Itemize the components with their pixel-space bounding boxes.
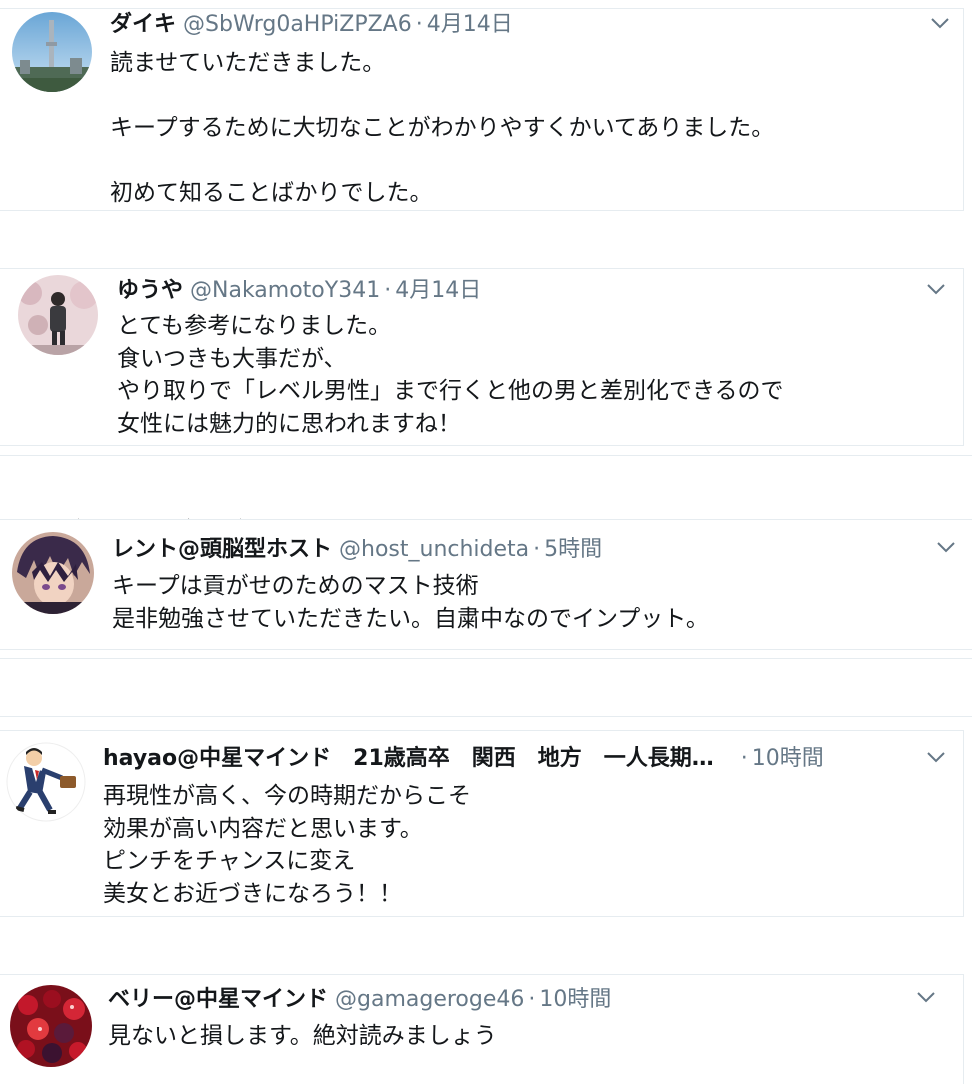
tweet-header: ベリー@中星マインド @gamageroge46 · 10時間 (108, 986, 611, 1014)
tweet-header: hayao@中星マインド 21歳高卒 関西 地方 一人長期… · 10時間 (103, 745, 824, 773)
anime-avatar (12, 532, 94, 614)
tweet-text: 再現性が高く、今の時期だからこそ 効果が高い内容だと思います。 ピンチをチャンス… (103, 780, 471, 910)
display-name[interactable]: ゆうや (117, 278, 183, 303)
avatar[interactable] (18, 275, 98, 355)
tweet-header: ダイキ @SbWrg0aHPiZPZA6 · 4月14日 (110, 11, 513, 39)
display-name[interactable]: hayao@中星マインド 21歳高卒 関西 地方 一人長期… (103, 746, 714, 771)
separator-dot: · (528, 987, 536, 1012)
user-handle[interactable]: @SbWrg0aHPiZPZA6 (183, 12, 412, 37)
tweet-line: 読ませていただきました。 (110, 50, 386, 76)
tweet-line: とても参考になりました。 (117, 313, 392, 339)
tweet-line (110, 145, 774, 178)
tweet-text: キープは貢がせのためのマスト技術 是非勉強させていただきたい。自粛中なのでインプ… (112, 570, 709, 635)
divider (0, 716, 972, 717)
timestamp[interactable]: 10時間 (539, 987, 611, 1012)
businessman-avatar (6, 742, 86, 822)
tweet-text: とても参考になりました。 食いつきも大事だが、 やり取りで「レベル男性」まで行く… (117, 310, 784, 440)
tweet-line: 女性には魅力的に思われますね！ (117, 410, 461, 437)
separator-dot: · (533, 537, 541, 562)
tweet-line: 再現性が高く、今の時期だからこそ (103, 783, 471, 809)
user-handle[interactable]: @NakamotoY341 (190, 278, 380, 303)
chevron-down-icon[interactable] (926, 282, 946, 296)
tweet-line: 食いつきも大事だが、 (117, 345, 347, 372)
chevron-down-icon[interactable] (936, 540, 956, 554)
tweet-line: やり取りで「レベル男性」まで行くと他の男と差別化できるので (117, 378, 784, 404)
tweet-header: レント@頭脳型ホスト @host_unchideta · 5時間 (112, 536, 602, 564)
divider (0, 658, 972, 659)
tweet-line: ピンチをチャンスに変え (103, 848, 356, 874)
divider (0, 455, 972, 456)
tweet-line: 初めて知ることばかりでした。 (110, 180, 433, 206)
tweet-text: 読ませていただきました。 キープするために大切なことがわかりやすくかいてありまし… (110, 47, 774, 210)
timestamp[interactable]: 10時間 (752, 746, 824, 771)
separator-dot: · (384, 278, 392, 303)
timestamp[interactable]: 5時間 (544, 537, 602, 562)
tweet-line: 是非勉強させていただきたい。自粛中なのでインプット。 (112, 605, 709, 632)
avatar[interactable] (6, 742, 86, 822)
tweet-line: 見ないと損します。絶対読みましょう (108, 1023, 497, 1049)
chevron-down-icon[interactable] (926, 750, 946, 764)
chevron-down-icon[interactable] (930, 16, 950, 30)
tweet-line: 美女とお近づきになろう！！ (103, 880, 402, 907)
timestamp[interactable]: 4月14日 (395, 278, 481, 303)
tower-avatar (12, 12, 92, 92)
user-handle[interactable]: @host_unchideta (339, 537, 529, 562)
user-handle[interactable]: @gamageroge46 (335, 987, 524, 1012)
chevron-down-icon[interactable] (916, 990, 936, 1004)
tweet-line: キープは貢がせのためのマスト技術 (112, 573, 479, 599)
avatar[interactable] (10, 985, 92, 1067)
separator-dot: · (415, 12, 423, 37)
timestamp[interactable]: 4月14日 (427, 12, 513, 37)
tweet-line (110, 80, 774, 113)
display-name[interactable]: レント@頭脳型ホスト (112, 537, 332, 562)
separator-dot: · (740, 746, 748, 771)
avatar[interactable] (12, 532, 94, 614)
tweet-header: ゆうや @NakamotoY341 · 4月14日 (117, 277, 481, 305)
display-name[interactable]: ベリー@中星マインド (108, 987, 328, 1012)
tweet-line: 効果が高い内容だと思います。 (103, 815, 423, 842)
berries-avatar (10, 985, 92, 1067)
tweet-line: キープするために大切なことがわかりやすくかいてありました。 (110, 115, 775, 141)
tweet-text: 見ないと損します。絶対読みましょう (108, 1020, 497, 1053)
person-blossom-avatar (18, 275, 98, 355)
avatar[interactable] (12, 12, 92, 92)
display-name[interactable]: ダイキ (110, 12, 176, 37)
